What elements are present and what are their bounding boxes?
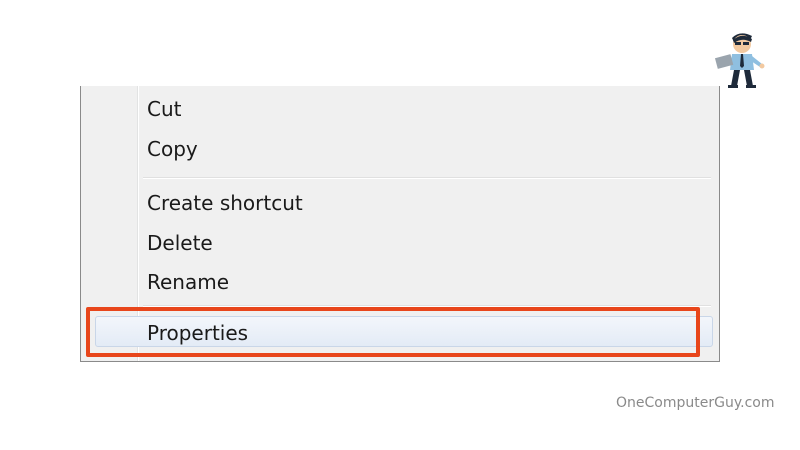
menu-item-create-shortcut[interactable]: Create shortcut (147, 185, 303, 221)
computer-guy-mascot-icon (714, 33, 765, 88)
menu-item-delete[interactable]: Delete (147, 225, 213, 261)
site-watermark: OneComputerGuy.com (616, 395, 775, 411)
properties-callout-box (86, 307, 700, 357)
menu-item-copy[interactable]: Copy (147, 131, 198, 167)
menu-separator (143, 177, 711, 179)
menu-item-rename[interactable]: Rename (147, 264, 229, 300)
menu-item-cut[interactable]: Cut (147, 91, 181, 127)
